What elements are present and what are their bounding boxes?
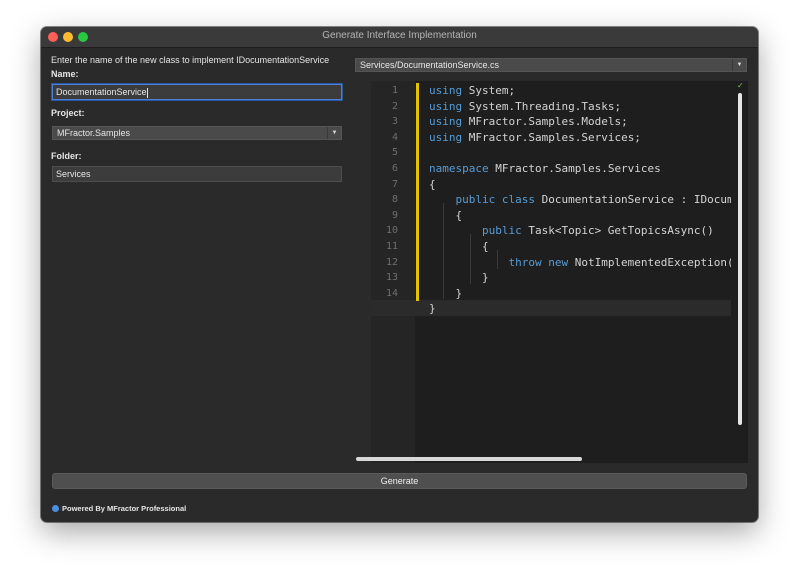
chevron-down-icon[interactable]: ▼	[327, 127, 341, 139]
project-label: Project:	[51, 108, 85, 118]
project-select[interactable]: MFractor.Samples ▼	[52, 126, 342, 140]
code-keyword: public class	[429, 193, 535, 207]
code-line: {	[429, 177, 436, 193]
line-number: 8	[391, 194, 398, 206]
code-line: {	[429, 239, 489, 255]
code-line: public Task<Topic> GetTopicsAsync()	[429, 223, 714, 239]
code-line: namespace MFractor.Samples.Services	[429, 161, 661, 177]
code-text-segment: }	[429, 286, 463, 300]
changed-lines-marker	[416, 83, 419, 301]
vertical-scrollbar-thumb[interactable]	[738, 93, 742, 425]
code-keyword: namespace	[429, 162, 489, 175]
code-line: }	[429, 270, 489, 286]
powered-by-label: Powered By MFractor Professional	[52, 504, 186, 513]
file-preview-select[interactable]: Services/DocumentationService.cs ▼	[355, 58, 747, 72]
code-text-segment: {	[429, 240, 489, 253]
code-text-segment: MFractor.Samples.Models;	[462, 115, 628, 129]
code-text-segment: Task<Topic> GetTopicsAsync()	[521, 224, 714, 238]
line-number: 3	[391, 116, 398, 128]
line-number: 9	[391, 209, 398, 221]
line-number: 6	[391, 163, 398, 174]
code-preview-editor[interactable]: 123456789101112131415 using System;using…	[371, 81, 748, 463]
vertical-scrollbar[interactable]: ✓	[732, 81, 748, 463]
code-text-segment: DocumentationService : IDocumentationSer…	[541, 193, 731, 207]
generate-button[interactable]: Generate	[52, 473, 747, 489]
description-label: Enter the name of the new class to imple…	[51, 55, 330, 65]
file-preview-path: Services/DocumentationService.cs	[360, 60, 500, 70]
name-label: Name:	[51, 69, 79, 79]
line-number: 4	[391, 131, 398, 143]
code-text-segment: MFractor.Samples.Services;	[462, 130, 641, 144]
code-keyword: using	[429, 115, 463, 129]
code-line: public class DocumentationService : IDoc…	[429, 192, 731, 208]
code-text-segment: }	[429, 302, 436, 316]
code-text-segment: MFractor.Samples.Services	[488, 162, 661, 175]
text-caret	[146, 87, 148, 98]
code-keyword: throw new	[429, 255, 569, 269]
code-text: using System; using System.Threading.Task…	[429, 81, 731, 463]
code-line: using System;	[429, 83, 515, 99]
window-title: Generate Interface Implementation	[322, 30, 477, 41]
check-icon: ✓	[737, 81, 744, 90]
code-keyword: using	[429, 84, 463, 97]
line-number: 1	[391, 85, 398, 96]
code-text-segment: System;	[462, 84, 516, 97]
folder-input[interactable]: Services	[52, 166, 342, 182]
dialog-window: Generate Interface Implementation Enter …	[41, 27, 758, 522]
line-number: 5	[391, 147, 398, 159]
code-keyword: public	[429, 224, 522, 238]
line-number: 2	[391, 100, 398, 112]
code-line: {	[429, 208, 462, 224]
folder-label: Folder:	[51, 151, 82, 161]
code-text-segment: }	[429, 271, 489, 285]
code-line: using MFractor.Samples.Models;	[429, 114, 628, 130]
code-text-segment: System.Threading.Tasks;	[462, 99, 622, 113]
code-keyword: using	[429, 130, 463, 144]
line-number: 11	[385, 241, 398, 252]
code-line: }	[429, 301, 436, 317]
code-line: }	[429, 286, 462, 302]
powered-by-text: Powered By MFractor Professional	[62, 504, 187, 513]
mfractor-logo-icon	[52, 505, 59, 512]
line-number-gutter: 123456789101112131415	[371, 81, 415, 463]
code-text-segment: {	[429, 177, 436, 191]
name-input[interactable]: DocumentationService	[52, 84, 342, 100]
title-bar: Generate Interface Implementation	[41, 27, 758, 48]
horizontal-scrollbar-thumb[interactable]	[356, 457, 582, 461]
code-line: throw new NotImplementedException();	[429, 255, 731, 271]
line-number: 12	[385, 256, 398, 268]
line-number: 10	[385, 225, 398, 237]
project-select-value: MFractor.Samples	[57, 128, 131, 138]
folder-input-value: Services	[56, 169, 91, 179]
code-keyword: using	[429, 99, 463, 113]
code-text-segment: NotImplementedException();	[568, 255, 731, 269]
code-line: using MFractor.Samples.Services;	[429, 130, 641, 146]
name-input-value: DocumentationService	[56, 87, 147, 97]
chevron-down-icon[interactable]: ▼	[732, 59, 746, 71]
code-text-segment: {	[429, 208, 463, 222]
code-line: using System.Threading.Tasks;	[429, 99, 621, 115]
line-number: 13	[385, 272, 398, 284]
line-number: 7	[391, 178, 398, 190]
